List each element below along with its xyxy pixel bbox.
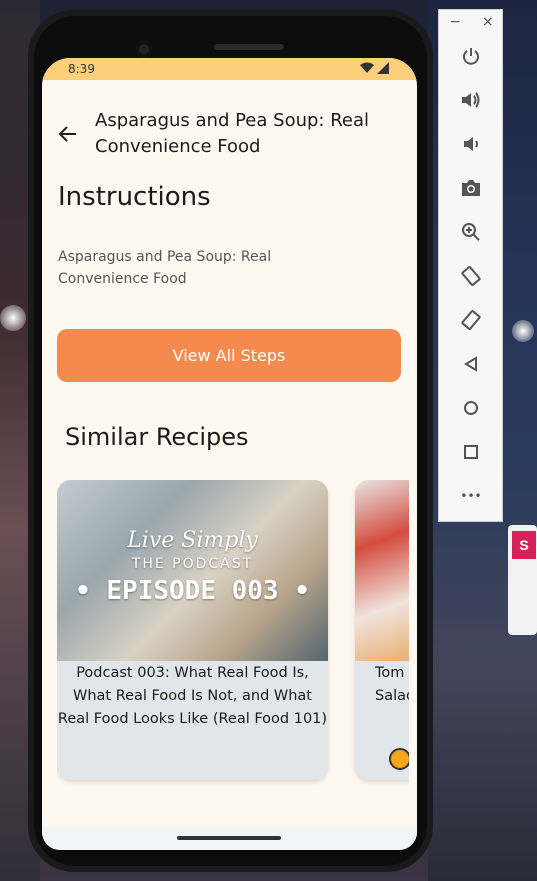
similar-recipes-heading: Similar Recipes: [65, 423, 249, 451]
emulator-window-controls: − ×: [439, 14, 504, 34]
front-camera: [136, 41, 152, 57]
zoom-button[interactable]: [457, 218, 485, 246]
home-nav-button[interactable]: [457, 394, 485, 422]
close-button[interactable]: ×: [482, 14, 494, 34]
back-button[interactable]: [56, 122, 80, 146]
rotate-right-button[interactable]: [457, 306, 485, 334]
minimize-button[interactable]: −: [449, 14, 461, 34]
instructions-description: Asparagus and Pea Soup: Real Convenience…: [58, 249, 272, 287]
image-overlay-text: Live Simply: [127, 528, 258, 553]
recipe-image: Live Simply THE PODCAST • EPISODE 003 •: [57, 480, 328, 661]
status-icons: [360, 62, 389, 74]
power-button[interactable]: [457, 42, 485, 70]
volume-up-icon: [462, 92, 480, 108]
power-icon: [463, 48, 479, 65]
status-time: 8:39: [68, 62, 95, 76]
recipe-card-title-line: Tom: [375, 665, 405, 681]
recipe-card[interactable]: Tom Salad: [355, 480, 409, 780]
wifi-icon: [360, 62, 374, 73]
volume-up-button[interactable]: [457, 86, 485, 114]
recipe-card-title: Tom Salad: [375, 662, 409, 708]
status-bar: 8:39: [42, 58, 417, 80]
page-title: Asparagus and Pea Soup: Real Convenience…: [95, 110, 369, 157]
volume-down-icon: [464, 137, 478, 151]
recipe-image: [355, 480, 409, 661]
recipe-card[interactable]: Live Simply THE PODCAST • EPISODE 003 • …: [57, 480, 328, 780]
overview-nav-button[interactable]: [457, 438, 485, 466]
app-bar: Asparagus and Pea Soup: Real Convenience…: [42, 108, 417, 160]
background-light: [0, 305, 26, 331]
rotate-left-button[interactable]: [457, 262, 485, 290]
image-overlay-text: • EPISODE 003 •: [75, 576, 310, 606]
recipe-card-title: Podcast 003: What Real Food Is, What Rea…: [57, 665, 328, 727]
circle-home-icon: [464, 401, 478, 415]
back-nav-button[interactable]: [457, 350, 485, 378]
background-sign: S: [508, 525, 537, 635]
square-overview-icon: [464, 445, 478, 459]
rotate-right-icon: [461, 310, 481, 330]
similar-recipes-carousel[interactable]: Live Simply THE PODCAST • EPISODE 003 • …: [57, 480, 409, 790]
earpiece-speaker: [214, 44, 284, 50]
recipe-card-title-line: Salad: [375, 688, 409, 704]
back-arrow-icon: [58, 126, 76, 142]
triangle-back-icon: [464, 356, 477, 372]
emulator-panel: − × •••: [438, 9, 503, 522]
background-sign-letter: S: [512, 531, 536, 559]
background-light: [512, 320, 534, 342]
instructions-heading: Instructions: [58, 182, 211, 212]
screenshot-button[interactable]: [457, 174, 485, 202]
timer-icon: [389, 748, 409, 770]
view-all-steps-button[interactable]: View All Steps: [57, 329, 401, 382]
app-screen: 8:39 Asparagus and Pea Soup: Real Conven…: [42, 58, 417, 850]
more-button[interactable]: •••: [457, 482, 485, 510]
image-overlay-text: THE PODCAST: [131, 556, 254, 572]
camera-icon: [462, 180, 480, 196]
home-gesture-pill[interactable]: [177, 836, 281, 840]
signal-icon: [377, 62, 389, 74]
volume-down-button[interactable]: [457, 130, 485, 158]
rotate-left-icon: [461, 266, 481, 286]
zoom-in-icon: [462, 223, 480, 241]
